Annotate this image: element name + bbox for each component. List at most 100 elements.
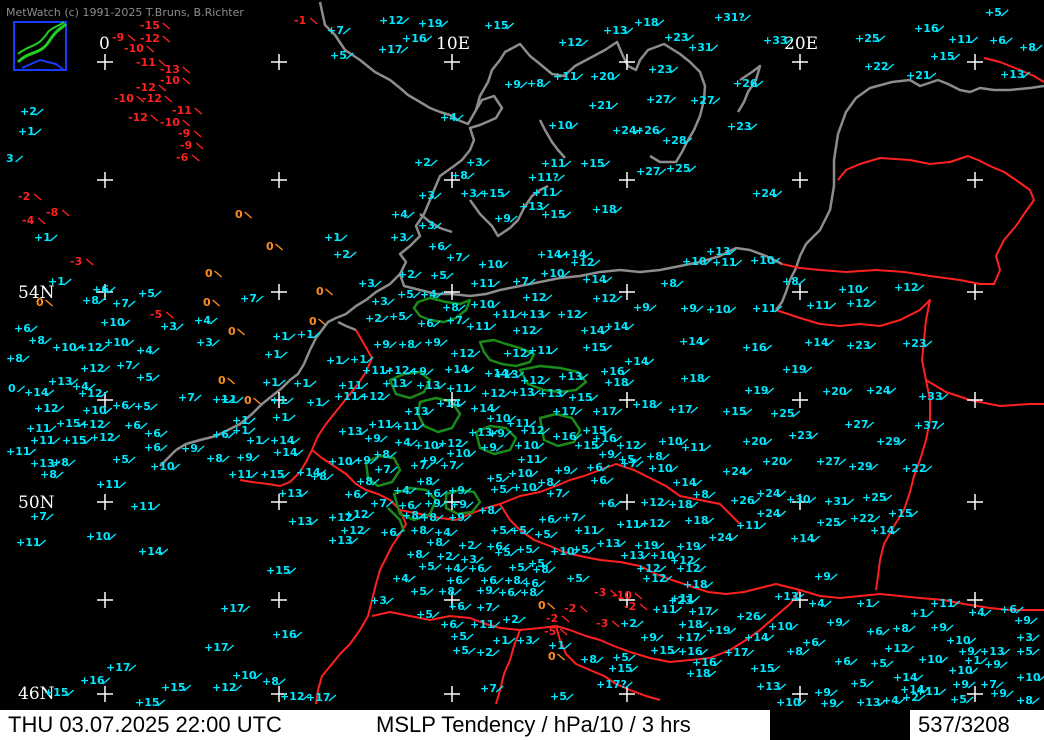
tendency-symbol — [547, 602, 556, 610]
station-value: -3 — [70, 255, 82, 268]
tendency-symbol — [865, 680, 874, 688]
station-value: +10 — [548, 119, 573, 132]
tendency-symbol — [443, 243, 452, 251]
station-value: +17 — [552, 405, 577, 418]
station-value: +25 — [666, 162, 691, 175]
station-value: +13 — [338, 425, 363, 438]
tendency-symbol — [55, 471, 64, 479]
tendency-symbol — [287, 414, 296, 422]
station-value: +10 — [1016, 671, 1041, 684]
station-value: +6 — [112, 399, 129, 412]
station-value: +9 — [450, 498, 467, 511]
station-value: +10 — [512, 481, 537, 494]
station-value: +5 — [870, 657, 887, 670]
station-value: +25 — [770, 407, 795, 420]
station-value: +10 — [540, 267, 565, 280]
station-value: +5 — [416, 608, 433, 621]
station-value: +19 — [782, 363, 807, 376]
station-value: +11 — [470, 277, 495, 290]
tendency-symbol — [164, 95, 173, 103]
tendency-symbol — [461, 577, 470, 585]
station-value: +12 — [570, 256, 595, 269]
station-value: +20 — [762, 455, 787, 468]
station-value: +10 — [948, 664, 973, 677]
station-value: +18 — [683, 578, 708, 591]
station-value: +8 — [40, 468, 57, 481]
station-value: +18 — [604, 376, 629, 389]
station-value: +1 — [34, 231, 51, 244]
station-value: +1 — [232, 414, 249, 427]
station-value: +8 — [442, 301, 459, 314]
station-value: +7 — [476, 601, 493, 614]
tendency-symbol — [648, 304, 657, 312]
station-value: -3 — [596, 617, 608, 630]
tendency-symbol — [385, 500, 394, 508]
station-value: +23 — [664, 31, 689, 44]
tendency-symbol — [945, 624, 954, 632]
station-value: +5 — [389, 310, 406, 323]
tendency-symbol — [445, 272, 454, 280]
station-value: +6 — [344, 488, 361, 501]
station-value: +11 — [806, 299, 831, 312]
tendency-symbol — [1031, 697, 1040, 705]
station-value: +12 — [212, 681, 237, 694]
station-value: +31 — [824, 495, 849, 508]
station-value: +5 — [330, 49, 347, 62]
station-value: +18 — [592, 203, 617, 216]
tendency-symbol — [531, 546, 540, 554]
station-value: +9 — [424, 497, 441, 510]
station-value: +12 — [503, 347, 528, 360]
station-value: +5 — [950, 693, 967, 706]
station-value: +11 — [930, 597, 955, 610]
station-value: +9 — [504, 78, 521, 91]
station-value: +3 — [418, 189, 435, 202]
station-value: +10 — [514, 439, 539, 452]
station-value: +13 — [603, 24, 628, 37]
station-value: +15 — [260, 468, 285, 481]
station-value: +4 — [391, 208, 408, 221]
station-value: +13 — [596, 537, 621, 550]
tendency-symbol — [467, 647, 476, 655]
tendency-symbol — [829, 573, 838, 581]
station-value: -15 — [140, 19, 160, 32]
tendency-symbol — [451, 553, 460, 561]
station-value: +5 — [516, 543, 533, 556]
station-value: +4 — [420, 288, 437, 301]
station-value: +1 — [18, 125, 35, 138]
tendency-symbol — [253, 397, 262, 405]
tendency-symbol — [611, 620, 620, 628]
station-value: +10 — [328, 455, 353, 468]
station-value: 0 — [228, 325, 236, 338]
station-value: +3 — [370, 594, 387, 607]
tendency-symbol — [33, 128, 42, 136]
station-value: +17 — [592, 405, 617, 418]
station-value: +17 — [668, 403, 693, 416]
tendency-symbol — [425, 588, 434, 596]
station-value: +1 — [272, 411, 289, 424]
station-value: +10 — [82, 404, 107, 417]
station-value: +24 — [752, 187, 777, 200]
station-value: -10 — [160, 74, 180, 87]
tendency-symbol — [211, 339, 220, 347]
tendency-symbol — [823, 600, 832, 608]
valid-datetime: THU 03.07.2025 22:00 UTC — [8, 712, 282, 737]
station-value: +15 — [580, 157, 605, 170]
station-value: +12 — [481, 387, 506, 400]
tendency-symbol — [61, 209, 70, 217]
station-value: +11 — [712, 256, 737, 269]
station-value: +5 — [566, 572, 583, 585]
station-value: +1 — [326, 354, 343, 367]
tendency-symbol — [407, 575, 416, 583]
station-value: +12 — [640, 517, 665, 530]
station-value: +10 — [86, 530, 111, 543]
station-value: +6 — [538, 513, 555, 526]
tendency-symbol — [627, 654, 636, 662]
station-value: +8 — [451, 169, 468, 182]
tendency-symbol — [385, 597, 394, 605]
station-value: +6 — [448, 600, 465, 613]
station-value: +12 — [640, 496, 665, 509]
station-value: +27 — [816, 455, 841, 468]
station-value: +6 — [380, 526, 397, 539]
station-value: +4 — [393, 484, 410, 497]
tendency-symbol — [49, 234, 58, 242]
